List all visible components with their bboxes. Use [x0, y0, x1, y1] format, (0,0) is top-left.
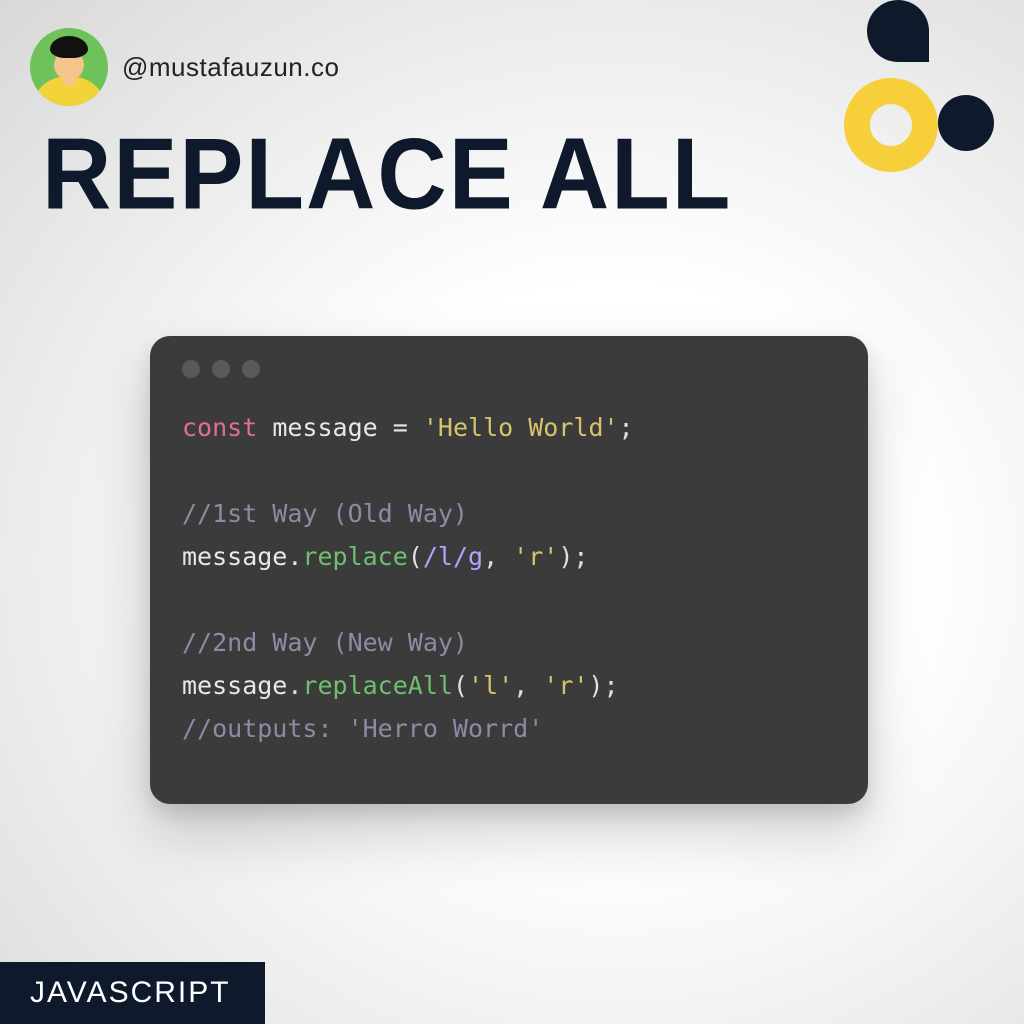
header: @mustafauzun.co	[30, 28, 339, 106]
code-block: const message = 'Hello World'; //1st Way…	[182, 406, 836, 750]
code-token-method: replaceAll	[302, 671, 453, 700]
window-controls	[182, 360, 836, 378]
code-token-keyword: const	[182, 413, 257, 442]
code-token-var: message	[182, 671, 287, 700]
code-token-var: message	[182, 542, 287, 571]
code-token-comment: //outputs: 'Herro Worrd'	[182, 714, 543, 743]
ring-icon	[844, 78, 938, 172]
code-token-comment: //1st Way (Old Way)	[182, 499, 468, 528]
decorative-shapes	[814, 0, 1024, 190]
blob-icon	[867, 0, 929, 62]
code-token-string: 'l'	[468, 671, 513, 700]
avatar	[30, 28, 108, 106]
language-badge: JAVASCRIPT	[0, 962, 265, 1024]
code-token-string: 'Hello World'	[423, 413, 619, 442]
code-token-comment: //2nd Way (New Way)	[182, 628, 468, 657]
traffic-light-icon	[242, 360, 260, 378]
code-token-var: message	[272, 413, 377, 442]
code-token-string: 'r'	[513, 542, 558, 571]
traffic-light-icon	[182, 360, 200, 378]
author-handle: @mustafauzun.co	[122, 52, 339, 83]
page-title: REPLACE ALL	[42, 117, 732, 233]
code-token-method: replace	[302, 542, 407, 571]
code-token-op: =	[393, 413, 408, 442]
code-token-string: 'r'	[543, 671, 588, 700]
traffic-light-icon	[212, 360, 230, 378]
code-window: const message = 'Hello World'; //1st Way…	[150, 336, 868, 804]
code-token-regex: /l/g	[423, 542, 483, 571]
circle-icon	[938, 95, 994, 151]
